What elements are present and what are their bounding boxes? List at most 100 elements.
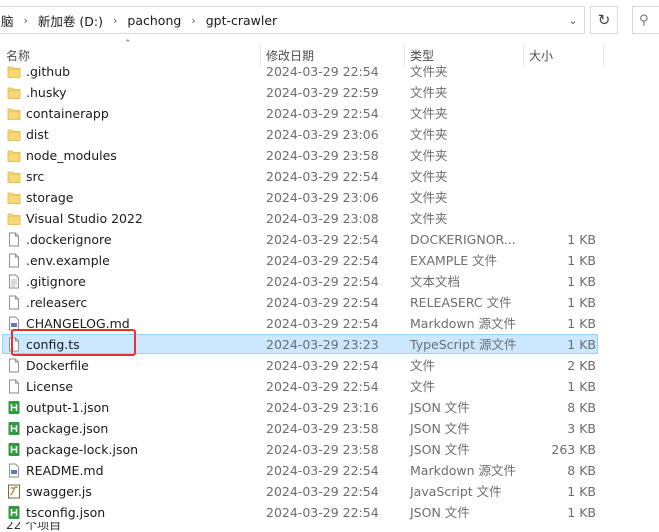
file-row[interactable]: .husky 2024-03-29 22:59 文件夹 (0, 82, 604, 103)
file-type: 文件夹 (410, 106, 448, 121)
refresh-icon: ↻ (597, 11, 611, 29)
file-type: TypeScript 源文件 (410, 337, 517, 352)
file-row[interactable]: README.md 2024-03-29 22:54 Markdown 源文件 8 K… (0, 460, 604, 481)
file-row[interactable]: Dockerfile 2024-03-29 22:54 文件 2 KB (0, 355, 604, 376)
file-row[interactable]: containerapp 2024-03-29 22:54 文件夹 (0, 103, 604, 124)
json-file-icon (7, 505, 21, 520)
file-name: .env.example (26, 253, 110, 268)
file-row[interactable]: .github 2024-03-29 22:54 文件夹 (0, 61, 604, 82)
file-row[interactable]: package.json 2024-03-29 23:58 JSON 文件 3 KB (0, 418, 604, 439)
file-size: 1 KB (567, 379, 596, 394)
file-name: .dockerignore (26, 232, 112, 247)
file-size (520, 208, 596, 229)
file-date: 2024-03-29 22:54 (266, 463, 379, 478)
file-row[interactable]: .gitignore 2024-03-29 22:54 文本文档 1 KB (0, 271, 604, 292)
file-size: 1 KB (567, 295, 596, 310)
breadcrumb: 脑 › 新加卷 (D:) › pachong › gpt-crawler (0, 7, 279, 33)
sort-ascending-icon: ⌃ (124, 39, 132, 49)
file-name: dist (26, 127, 49, 142)
breadcrumb-item[interactable]: gpt-crawler (204, 13, 279, 28)
file-type: 文本文档 (410, 274, 461, 289)
file-type: 文件夹 (410, 169, 448, 184)
file-size: 2 KB (567, 358, 596, 373)
chevron-right-icon[interactable]: › (183, 14, 203, 27)
file-list: .github 2024-03-29 22:54 文件夹 .husky 2024-03-… (0, 60, 659, 532)
file-row[interactable]: tsconfig.json 2024-03-29 22:54 JSON 文件 1 KB (0, 502, 604, 523)
file-row[interactable]: dist 2024-03-29 23:06 文件夹 (0, 124, 604, 145)
file-row[interactable]: Visual Studio 2022 2024-03-29 23:08 文件夹 (0, 208, 604, 229)
file-type: 文件夹 (410, 127, 448, 142)
file-name: output-1.json (26, 400, 110, 415)
file-date: 2024-03-29 23:06 (266, 127, 379, 142)
file-date: 2024-03-29 22:59 (266, 85, 379, 100)
file-size (520, 187, 596, 208)
address-bar[interactable]: 脑 › 新加卷 (D:) › pachong › gpt-crawler ⌄ (0, 6, 585, 34)
json-file-icon (7, 400, 21, 415)
chevron-right-icon[interactable]: › (105, 14, 125, 27)
search-icon: ⚲ (639, 12, 649, 28)
search-input[interactable]: ⚲ (632, 6, 659, 34)
file-size: 3 KB (567, 421, 596, 436)
file-date: 2024-03-29 22:54 (266, 232, 379, 247)
file-row[interactable]: .dockerignore 2024-03-29 22:54 DOCKERIGNOR… (0, 229, 604, 250)
breadcrumb-item[interactable]: pachong (125, 13, 183, 28)
file-name: swagger.js (26, 484, 92, 499)
file-name: package-lock.json (26, 442, 139, 457)
file-date: 2024-03-29 23:23 (266, 337, 379, 352)
file-type: 文件夹 (410, 190, 448, 205)
json-file-icon (7, 442, 21, 457)
file-type: EXAMPLE 文件 (410, 253, 498, 268)
folder-icon (7, 190, 21, 205)
file-type: Markdown 源文件 (410, 316, 517, 331)
file-icon (7, 379, 21, 394)
file-icon (7, 295, 21, 310)
file-type: 文件夹 (410, 148, 448, 163)
file-name: containerapp (26, 106, 109, 121)
file-size (520, 82, 596, 103)
folder-icon (7, 64, 21, 79)
file-name: .github (26, 64, 71, 79)
folder-icon (7, 211, 21, 226)
file-date: 2024-03-29 22:54 (266, 274, 379, 289)
file-type: DOCKERIGNOR... (410, 232, 516, 247)
file-icon (7, 358, 21, 373)
file-type: JSON 文件 (410, 421, 470, 436)
file-date: 2024-03-29 22:54 (266, 295, 379, 310)
file-type: 文件 (410, 379, 436, 394)
file-row[interactable]: node_modules 2024-03-29 23:58 文件夹 (0, 145, 604, 166)
file-name: .gitignore (26, 274, 86, 289)
file-name: README.md (26, 463, 104, 478)
markdown-file-icon (7, 463, 21, 478)
folder-icon (7, 148, 21, 163)
file-row[interactable]: src 2024-03-29 22:54 文件夹 (0, 166, 604, 187)
file-size: 1 KB (567, 337, 596, 352)
refresh-button[interactable]: ↻ (590, 6, 618, 34)
file-date: 2024-03-29 23:58 (266, 421, 379, 436)
breadcrumb-item[interactable]: 脑 (0, 11, 16, 30)
json-file-icon (7, 421, 21, 436)
file-type: 文件夹 (410, 85, 448, 100)
chevron-down-icon[interactable]: ⌄ (562, 7, 584, 33)
text-file-icon (7, 274, 21, 289)
file-row[interactable]: .releaserc 2024-03-29 22:54 RELEASERC 文件 1 … (0, 292, 604, 313)
file-row[interactable]: License 2024-03-29 22:54 文件 1 KB (0, 376, 604, 397)
folder-icon (7, 106, 21, 121)
file-size: 263 KB (551, 442, 596, 457)
chevron-right-icon[interactable]: › (16, 14, 36, 27)
file-row[interactable]: storage 2024-03-29 23:06 文件夹 (0, 187, 604, 208)
file-row[interactable]: .env.example 2024-03-29 22:54 EXAMPLE 文件 1 … (0, 250, 604, 271)
file-date: 2024-03-29 22:54 (266, 64, 379, 79)
file-row[interactable]: swagger.js 2024-03-29 22:54 JavaScript 文件 1… (0, 481, 604, 502)
file-row[interactable]: package-lock.json 2024-03-29 23:58 JSON 文件… (0, 439, 604, 460)
file-size (520, 145, 596, 166)
file-size: 8 KB (567, 463, 596, 478)
folder-icon (7, 85, 21, 100)
file-type: 文件夹 (410, 64, 448, 79)
file-name: Dockerfile (26, 358, 89, 373)
file-type: 文件夹 (410, 211, 448, 226)
breadcrumb-item[interactable]: 新加卷 (D:) (36, 11, 105, 30)
file-type: Markdown 源文件 (410, 463, 517, 478)
file-size (520, 61, 596, 82)
file-date: 2024-03-29 23:06 (266, 190, 379, 205)
file-row[interactable]: output-1.json 2024-03-29 23:16 JSON 文件 8 KB (0, 397, 604, 418)
